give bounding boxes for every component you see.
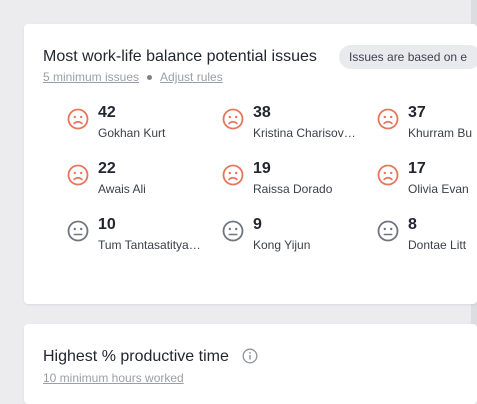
person-name: Khurram Bu: [408, 126, 473, 140]
info-icon[interactable]: [242, 348, 258, 364]
adjust-rules-link[interactable]: Adjust rules: [160, 70, 223, 84]
person-name: Kong Yijun: [253, 238, 311, 252]
neutral-face-icon: [377, 220, 399, 242]
person-name: Awais Ali: [98, 182, 146, 196]
person-name: Gokhan Kurt: [98, 126, 166, 140]
issue-count: 8: [408, 216, 417, 233]
productive-time-card: Highest % productive time 10 minimum hou…: [24, 324, 477, 404]
minimum-issues-link[interactable]: 5 minimum issues: [43, 70, 139, 84]
issue-count: 38: [253, 104, 271, 121]
issue-count: 17: [408, 160, 426, 177]
issue-count: 10: [98, 216, 116, 233]
card-links: 5 minimum issues Adjust rules: [43, 70, 223, 84]
card-title: Most work-life balance potential issues: [43, 48, 317, 65]
sad-face-icon: [67, 164, 89, 186]
person-name: Tum Tantasatitya…: [98, 238, 201, 252]
sad-face-icon: [222, 108, 244, 130]
person-name: Olivia Evan: [408, 182, 469, 196]
issues-info-badge: Issues are based on e: [339, 45, 477, 69]
issue-count: 22: [98, 160, 116, 177]
card-title: Highest % productive time: [43, 348, 229, 365]
separator-dot: [147, 75, 153, 81]
sad-face-icon: [377, 108, 399, 130]
sad-face-icon: [67, 108, 89, 130]
issue-count: 42: [98, 104, 116, 121]
issue-count: 37: [408, 104, 426, 121]
issue-count: 9: [253, 216, 262, 233]
person-name: Kristina Charisov…: [253, 126, 356, 140]
neutral-face-icon: [222, 220, 244, 242]
issue-count: 19: [253, 160, 271, 177]
work-life-balance-card: Most work-life balance potential issues …: [24, 24, 477, 304]
person-name: Raissa Dorado: [253, 182, 333, 196]
sad-face-icon: [377, 164, 399, 186]
neutral-face-icon: [67, 220, 89, 242]
person-name: Dontae Litt: [408, 238, 467, 252]
sad-face-icon: [222, 164, 244, 186]
minimum-hours-link[interactable]: 10 minimum hours worked: [43, 371, 184, 385]
